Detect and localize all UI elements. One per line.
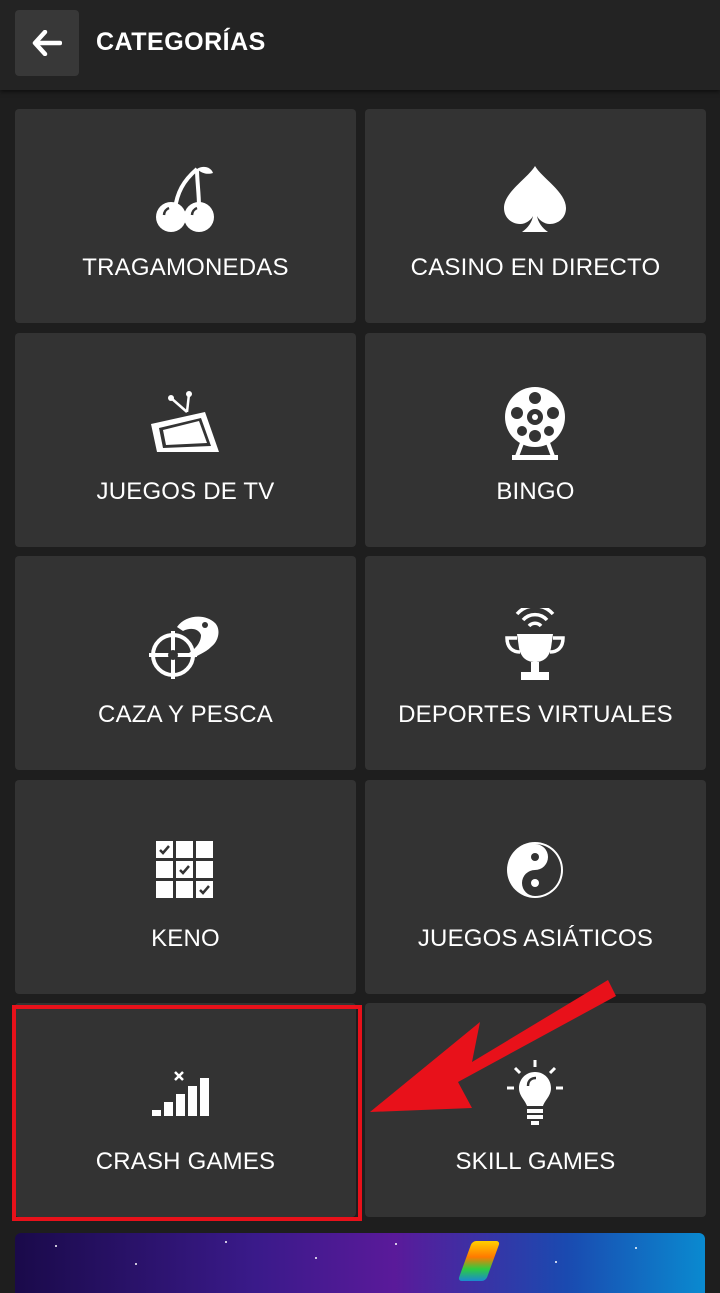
category-crash-games[interactable]: CRASH GAMES [15,1003,356,1217]
category-label: JUEGOS ASIÁTICOS [417,925,654,952]
arrow-left-icon [32,30,62,56]
page-title: CATEGORÍAS [96,28,266,56]
cherries-icon [135,149,235,249]
category-juegos-de-tv[interactable]: JUEGOS DE TV [15,333,356,547]
category-deportes-virtuales[interactable]: DEPORTES VIRTUALES [365,556,706,770]
spade-icon [485,149,585,249]
trophy-signal-icon [485,596,585,696]
category-caza-y-pesca[interactable]: CAZA Y PESCA [15,556,356,770]
promo-banner[interactable] [15,1233,705,1293]
back-button[interactable] [15,10,79,76]
category-keno[interactable]: KENO [15,780,356,994]
category-casino-en-directo[interactable]: CASINO EN DIRECTO [365,109,706,323]
bingo-drum-icon [485,373,585,473]
pointer-arrow-icon [370,980,616,1112]
category-label: SKILL GAMES [455,1148,616,1175]
yin-yang-icon [485,820,585,920]
top-bar: CATEGORÍAS [0,0,720,90]
crosshair-fish-icon [135,596,235,696]
category-label: KENO [151,925,220,952]
category-label: CRASH GAMES [95,1148,276,1175]
category-label: JUEGOS DE TV [96,478,275,505]
category-label: BINGO [496,478,575,505]
category-bingo[interactable]: BINGO [365,333,706,547]
crash-bars-icon [135,1043,235,1143]
category-tragamonedas[interactable]: TRAGAMONEDAS [15,109,356,323]
keno-grid-icon [135,820,235,920]
category-label: CAZA Y PESCA [98,701,273,728]
brand-logo-icon [457,1241,501,1281]
category-label: TRAGAMONEDAS [82,254,289,281]
category-label: CASINO EN DIRECTO [410,254,661,281]
tv-icon [135,373,235,473]
category-label: DEPORTES VIRTUALES [398,701,673,728]
